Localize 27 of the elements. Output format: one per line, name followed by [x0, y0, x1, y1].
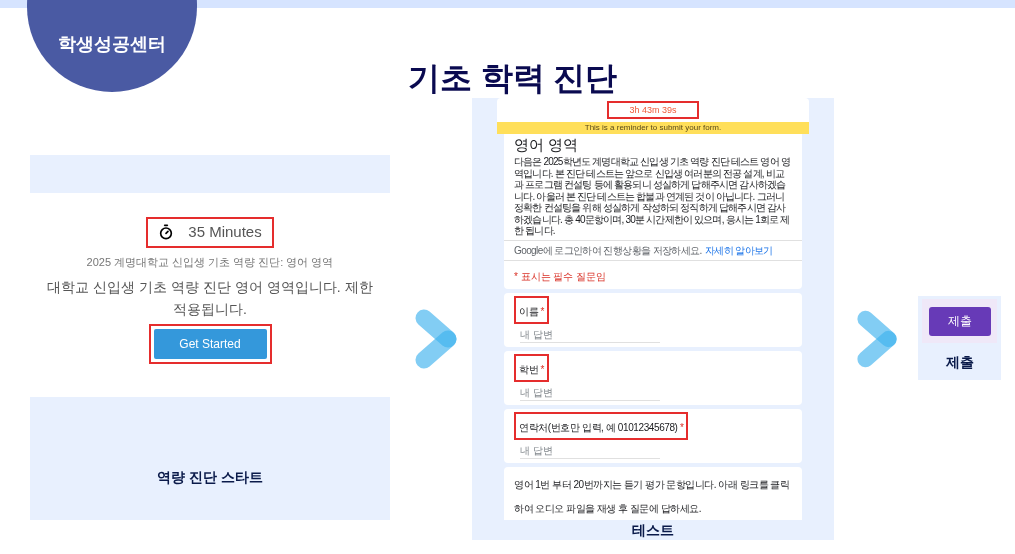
intro-text: 대학교 신입생 기초 역량 진단 영어 영역입니다. 제한 — [47, 278, 373, 297]
intro-text: 적용됩니다. — [173, 300, 247, 319]
step-caption: 테스트 — [632, 520, 674, 540]
question-label: 연락처(번호만 입력, 예 01012345678) * — [519, 421, 684, 433]
get-started-button[interactable]: Get Started — [153, 329, 267, 359]
test-subtitle: 2025 계명대학교 신입생 기초 역량 진단: 영어 영역 — [86, 254, 334, 270]
form-description: 다음은 2025학년도 계명대학교 신입생 기초 역량 진단 테스트 영어 영역입니다. 본 진단 테스트는 앞으로 신입생 여러분의 전공 설계, 비교과 프로그램 컨설팅 등에 활용되니 성실하게 답해주시면 감사하겠습니다. 아울러 본 진단 테스트는 합불과 연계된 것이 아닙니다. 그러니 정확한 컨설팅을 위해 성실하게 작성하되 정직하게 답해주시면 감사하겠습니다. 총 40문항이며, 30분 시간제한이 있으며, 응시는 1회로 제한 됩니다. — [514, 156, 792, 237]
step-caption: 역량 진단 스타트 — [157, 468, 263, 487]
learn-more-link[interactable]: 자세히 알아보기 — [704, 242, 773, 258]
submit-button[interactable]: 제출 — [928, 306, 991, 336]
question-label: 학번 * — [519, 363, 545, 375]
listening-notice: 영어 1번 부터 20번까지는 듣기 평가 문항입니다. 아래 링크를 클릭하여 오디오 파일을 재생 후 질문에 답하세요. — [514, 478, 790, 514]
badge-label: 학생성공센터 — [58, 33, 166, 56]
answer-field[interactable]: 내 답변 — [520, 384, 660, 401]
reminder-text: This is a reminder to submit your form. — [584, 122, 722, 134]
chevron-icon — [856, 308, 900, 370]
answer-field[interactable]: 내 답변 — [520, 326, 660, 343]
duration-label: 35 Minutes — [188, 222, 262, 242]
page-title: 기초 학력 진단 — [407, 62, 618, 94]
stopwatch-icon — [158, 224, 175, 241]
required-note: * 표시는 필수 질문임 — [514, 270, 607, 282]
form-heading: 영어 영역 — [514, 136, 580, 154]
step-caption: 제출 — [945, 353, 974, 372]
countdown-timer: 3h 43m 39s — [629, 104, 677, 117]
sign-in-note: Google에 로그인하여 진행상황을 저장하세요. — [514, 243, 702, 258]
answer-field[interactable]: 내 답변 — [520, 442, 660, 459]
question-label: 이름 * — [519, 305, 545, 317]
